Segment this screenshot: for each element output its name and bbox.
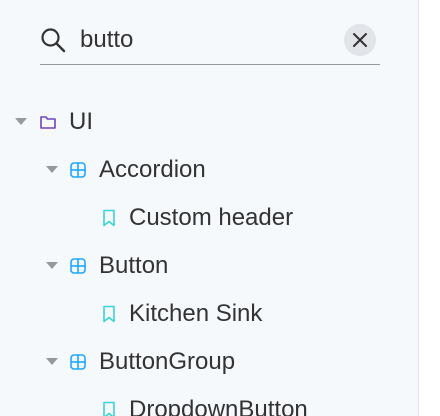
tree-item-label: Custom header: [129, 204, 294, 231]
tree-item-button[interactable]: Button: [0, 242, 420, 290]
bookmark-icon: [103, 401, 115, 416]
tree-item-dropdownbutton[interactable]: DropdownButton: [0, 386, 420, 416]
tree-item-accordion[interactable]: Accordion: [0, 146, 420, 194]
sidebar: UI Accordion Custom header: [0, 0, 440, 416]
component-icon: [70, 162, 86, 178]
tree-item-label: UI: [69, 108, 93, 135]
tree-item-buttongroup[interactable]: ButtonGroup: [0, 338, 420, 386]
tree-item-label: Accordion: [99, 156, 206, 183]
folder-icon: [40, 116, 56, 129]
component-icon: [70, 258, 86, 274]
tree-item-kitchen-sink[interactable]: Kitchen Sink: [0, 290, 420, 338]
caret-down-icon[interactable]: [46, 262, 58, 270]
story-tree: UI Accordion Custom header Button Kitche…: [0, 98, 420, 416]
tree-item-custom-header[interactable]: Custom header: [0, 194, 420, 242]
clear-search-button[interactable]: [344, 24, 376, 56]
bookmark-icon: [103, 305, 115, 323]
caret-down-icon[interactable]: [46, 166, 58, 174]
component-icon: [70, 354, 86, 370]
caret-down-icon[interactable]: [46, 358, 58, 366]
caret-down-icon[interactable]: [15, 118, 27, 126]
bookmark-icon: [103, 209, 115, 227]
close-icon: [353, 33, 367, 47]
search-input[interactable]: [80, 24, 330, 56]
tree-item-ui[interactable]: UI: [0, 98, 420, 146]
preview-edge: [418, 0, 440, 416]
tree-item-label: ButtonGroup: [99, 348, 236, 375]
tree-item-label: Button: [99, 252, 169, 279]
tree-item-label: DropdownButton: [129, 396, 308, 416]
tree-item-label: Kitchen Sink: [129, 300, 263, 327]
search-bar: [40, 20, 380, 65]
search-icon: [41, 28, 66, 53]
